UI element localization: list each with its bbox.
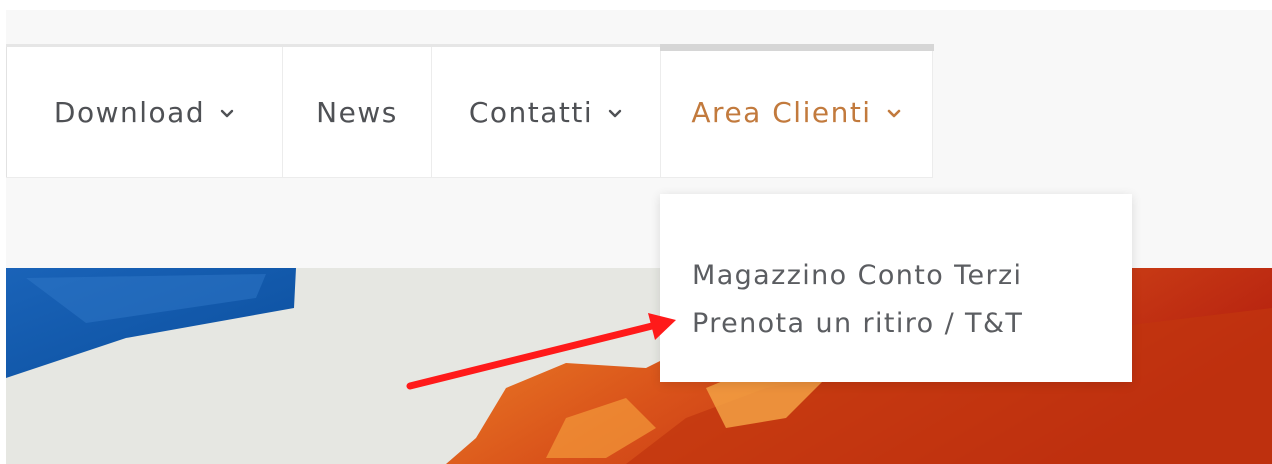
nav-item-area-clienti[interactable]: Area Clienti (660, 44, 934, 177)
chevron-down-icon (607, 105, 623, 121)
dropdown-item-magazzino[interactable]: Magazzino Conto Terzi (692, 252, 1132, 300)
main-navigation: Download News Contatti Area Clienti (6, 44, 934, 178)
nav-item-label: News (316, 95, 398, 129)
chevron-down-icon (886, 105, 902, 121)
page-background: Download News Contatti Area Clienti Maga… (6, 10, 1272, 464)
area-clienti-dropdown: Magazzino Conto Terzi Prenota un ritiro … (660, 194, 1132, 382)
dropdown-item-prenota-ritiro[interactable]: Prenota un ritiro / T&T (692, 300, 1132, 348)
nav-item-contatti[interactable]: Contatti (431, 47, 660, 177)
nav-item-download[interactable]: Download (6, 47, 282, 177)
nav-item-label: Contatti (468, 95, 594, 129)
nav-item-label: Download (53, 95, 206, 129)
nav-item-label: Area Clienti (691, 95, 872, 129)
chevron-down-icon (219, 105, 235, 121)
nav-item-news[interactable]: News (282, 47, 431, 177)
